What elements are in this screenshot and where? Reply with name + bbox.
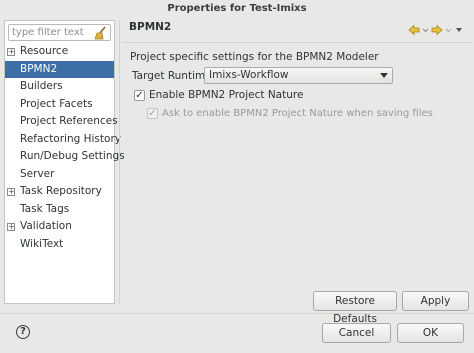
help-icon[interactable]: ? [16,325,30,339]
tree-item-refactoring-history[interactable]: Refactoring History [5,131,121,149]
cancel-button[interactable]: Cancel [322,323,391,343]
preference-tree-pane: + Resource BPMN2 Builders Project Facets… [4,20,125,304]
enable-nature-label: Enable BPMN2 Project Nature [149,89,304,101]
dropdown-arrow-icon [380,73,388,78]
ask-nature-checkbox: ✓ [147,108,158,119]
tree-item-label: Validation [20,220,72,232]
filter-input[interactable] [12,27,90,38]
view-menu-icon[interactable] [454,24,464,39]
tree-item-task-repository[interactable]: + Task Repository [5,183,114,201]
ok-button[interactable]: OK [397,323,464,343]
page-description: Project specific settings for the BPMN2 … [130,51,379,63]
chevron-down-icon[interactable] [421,24,430,39]
tree-item-label: Resource [20,45,69,57]
expand-icon[interactable]: + [7,188,15,196]
tree-item-wikitext[interactable]: WikiText [5,236,114,254]
footer-divider [0,313,474,314]
tree-item-label: Refactoring History [20,132,121,145]
enable-nature-row[interactable]: ✓ Enable BPMN2 Project Nature [134,89,303,101]
tree-item-task-tags[interactable]: Task Tags [5,201,114,219]
tree-item-project-references[interactable]: Project References [5,113,118,131]
tree-item-label: Run/Debug Settings [20,150,125,162]
arrow-forward-icon[interactable] [431,24,443,39]
window-title: Properties for Test-Imixs [0,0,474,18]
target-runtime-value: Imixs-Workflow [209,69,289,81]
tree-item-bpmn2[interactable]: BPMN2 [5,60,114,78]
tree-item-label: Project References [20,115,118,127]
tree-item-project-facets[interactable]: Project Facets [5,96,114,114]
target-runtime-label: Target Runtime [132,70,212,82]
preference-tree: + Resource BPMN2 Builders Project Facets… [5,43,125,254]
page-header: BPMN2 [122,20,472,42]
apply-button[interactable]: Apply [402,291,469,311]
filter-box[interactable] [8,24,111,41]
ask-nature-row: ✓ Ask to enable BPMN2 Project Nature whe… [147,108,433,119]
page-title: BPMN2 [129,21,172,33]
expand-icon[interactable]: + [7,48,15,56]
page-nav-toolbar [408,24,464,38]
pane-divider[interactable] [119,20,120,305]
expand-icon[interactable]: + [7,223,15,231]
tree-item-label: Project Facets [20,97,93,110]
tree-item-server[interactable]: Server [5,166,114,184]
ask-nature-label: Ask to enable BPMN2 Project Nature when … [162,108,433,119]
tree-item-builders[interactable]: Builders [5,78,114,96]
tree-item-run-debug-settings[interactable]: Run/Debug Settings [5,148,125,166]
chevron-down-icon[interactable] [444,24,453,39]
arrow-back-icon[interactable] [408,24,420,39]
broom-icon[interactable] [94,26,108,40]
tree-item-validation[interactable]: + Validation [5,218,114,236]
tree-item-label: BPMN2 [20,62,58,75]
tree-item-label: WikiText [20,237,64,250]
tree-item-label: Task Tags [20,202,70,215]
tree-item-resource[interactable]: + Resource [5,43,114,61]
tree-item-label: Server [20,167,55,180]
header-divider [122,42,472,43]
tree-item-label: Task Repository [20,185,102,197]
tree-item-label: Builders [20,80,63,92]
enable-nature-checkbox[interactable]: ✓ [134,89,145,101]
target-runtime-select[interactable]: Imixs-Workflow [204,67,393,84]
restore-defaults-button[interactable]: Restore Defaults [313,291,397,325]
